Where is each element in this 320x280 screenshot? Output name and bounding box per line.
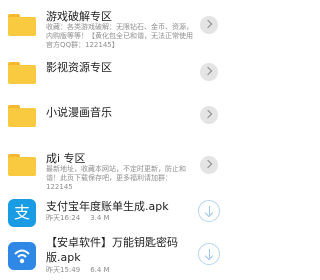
chevron-right-icon [203, 19, 213, 29]
file-meta: 昨天15:49 6.4 M [46, 265, 120, 275]
file-title-line2: 版.apk [46, 251, 81, 264]
file-time: 昨天15:49 [46, 266, 81, 274]
list-item-file-wifikey[interactable]: 【安卓软件】万能钥匙密码 版.apk 昨天15:49 6.4 M [0, 234, 246, 278]
folder-icon [8, 154, 36, 176]
folder-title: 影视资源专区 [46, 61, 112, 74]
folder-description: 最新地址，收藏本网站，不定时更新，防止和谐！此页下载保存吧，更多福利请加群：12… [46, 165, 186, 191]
list-item-file-alipay[interactable]: 支 支付宝年度账单生成.apk 昨天16:24 3.4 M [0, 196, 246, 230]
folder-description: 收藏：各类游戏破解：无限钻石、金币、资源，内购版等等！【黄化包全已和谐，无法正常… [46, 23, 193, 49]
alipay-icon: 支 [8, 199, 36, 227]
chevron-right-icon [203, 159, 213, 169]
wifi-key-icon [8, 242, 36, 270]
chevron-right-icon [203, 109, 213, 119]
file-size: 3.4 M [90, 214, 110, 222]
chevron-right-icon [203, 66, 213, 76]
open-folder-button[interactable] [200, 16, 218, 34]
open-folder-button[interactable] [200, 156, 218, 174]
folder-title: 成ⅰ 专区 [46, 152, 86, 165]
file-title: 支付宝年度账单生成.apk [46, 200, 169, 213]
download-button[interactable] [198, 243, 220, 265]
list-item-folder-adult[interactable]: 成ⅰ 专区 最新地址，收藏本网站，不定时更新，防止和谐！此页下载保存吧，更多福利… [0, 148, 246, 192]
folder-icon [8, 14, 36, 36]
file-list: 游戏破解专区 收藏：各类游戏破解：无限钻石、金币、资源，内购版等等！【黄化包全已… [0, 0, 246, 280]
file-size: 6.4 M [90, 266, 110, 274]
open-folder-button[interactable] [200, 106, 218, 124]
list-item-folder-novels[interactable]: 小说漫画音乐 [0, 100, 246, 132]
open-folder-button[interactable] [200, 63, 218, 81]
list-item-folder-games[interactable]: 游戏破解专区 收藏：各类游戏破解：无限钻石、金币、资源，内购版等等！【黄化包全已… [0, 6, 246, 52]
list-item-folder-movies[interactable]: 影视资源专区 [0, 56, 246, 88]
download-button[interactable] [198, 200, 220, 222]
file-meta: 昨天16:24 3.4 M [46, 213, 120, 223]
folder-icon [8, 105, 36, 127]
folder-title: 游戏破解专区 [46, 10, 112, 23]
folder-icon [8, 62, 36, 84]
file-time: 昨天16:24 [46, 214, 81, 222]
file-title-line1: 【安卓软件】万能钥匙密码 [46, 236, 178, 249]
folder-title: 小说漫画音乐 [46, 106, 112, 119]
